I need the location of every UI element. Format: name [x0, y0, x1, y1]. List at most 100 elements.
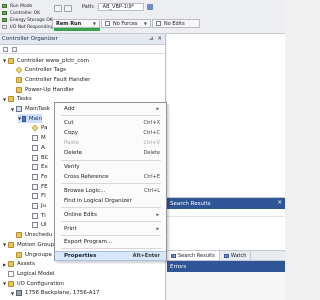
menu-item-shortcut: Ctrl+E [143, 174, 160, 181]
tag-icon [31, 124, 39, 132]
tree-node[interactable]: M [26, 134, 46, 143]
tree-node[interactable]: UI [26, 221, 47, 230]
menu-separator [61, 183, 161, 185]
menu-item-delete[interactable]: Delete Delete [55, 148, 166, 158]
watch-icon [223, 254, 229, 258]
tree-node-label: Power-Up Handler [25, 86, 75, 93]
errors-header: Errors [167, 261, 285, 272]
tree-node[interactable]: Controller Tags [10, 66, 66, 75]
menu-item-add[interactable]: Add ▸ [55, 104, 166, 114]
tree-node-label: I/O Configuration [17, 280, 64, 287]
close-icon[interactable]: ✕ [277, 200, 282, 206]
menu-item-print[interactable]: Print ▸ [55, 224, 166, 234]
menu-item-copy[interactable]: Copy Ctrl+C [55, 128, 166, 138]
menu-item-cross-reference[interactable]: Cross Reference Ctrl+E [55, 172, 166, 182]
folder-icon [8, 280, 14, 287]
tree-node[interactable]: Pa [26, 124, 47, 133]
menu-item-label: Online Edits [64, 211, 98, 218]
rem-run-dropdown[interactable]: Rem Run ▼ [52, 19, 100, 28]
expand-all-icon[interactable] [12, 46, 17, 52]
menu-item-online-edits[interactable]: Online Edits ▸ [55, 210, 166, 220]
tree-node-label: A [41, 144, 45, 151]
menu-item-properties[interactable]: Properties Alt+Enter [55, 250, 166, 261]
pin-icon[interactable]: ⊿ [149, 36, 154, 42]
chevron-down-icon: ▼ [92, 21, 96, 26]
status-led-icon [2, 18, 7, 22]
tree-node-label: 1756 Backplane, 1756-A17 [25, 290, 100, 297]
controller-status-panel: Run Mode Controller OK Energy Storage OK… [2, 3, 53, 31]
menu-item-verify[interactable]: Verify [55, 162, 166, 172]
tree-node[interactable]: Fo [26, 172, 47, 181]
tree-node[interactable]: ▼ Main [18, 114, 42, 124]
task-icon [16, 106, 22, 112]
tree-node[interactable]: FI [26, 192, 46, 201]
tree-node-label: Ti [41, 212, 46, 219]
tree-node[interactable]: Controller Fault Handler [10, 75, 90, 84]
menu-item-shortcut: Delete [143, 150, 160, 157]
folder-icon [8, 96, 14, 103]
chevron-down-icon: ▼ [143, 21, 147, 26]
tree-node[interactable]: FE [26, 182, 48, 191]
menu-item-export-program[interactable]: Export Program... [55, 237, 166, 247]
tree-node[interactable]: ▼ Tasks [2, 95, 32, 104]
menu-separator [61, 221, 161, 222]
tree-node[interactable]: ▼ MainTask [10, 105, 50, 114]
tree-node[interactable]: ▼ Controller www_plctr_com [2, 56, 89, 65]
browse-path-icon[interactable] [146, 4, 153, 10]
organizer-toolbar [0, 45, 165, 54]
tree-node[interactable]: ▶ Assets [2, 260, 35, 269]
tree-node[interactable]: ▼ 1756 Backplane, 1756-A17 [10, 289, 99, 298]
tree-node-label: Controller Tags [25, 67, 66, 74]
tree-node[interactable]: ▼ I/O Configuration [2, 279, 64, 288]
edits-icon [156, 21, 161, 26]
tree-node[interactable]: Unschedu [10, 231, 52, 240]
routine-icon [32, 183, 38, 190]
keyswitch-icon[interactable] [64, 4, 72, 12]
mode-toolbar [54, 4, 74, 12]
tree-node-label: FE [41, 183, 48, 190]
submenu-arrow-icon: ▸ [156, 106, 159, 112]
collapse-arrow-icon[interactable]: ▼ [10, 291, 15, 296]
folder-icon [8, 261, 14, 268]
status-energy-storage: Energy Storage OK [2, 17, 53, 23]
menu-item-browse-logic[interactable]: Browse Logic... Ctrl+L [55, 186, 166, 196]
rack-icon [16, 290, 22, 297]
collapse-arrow-icon[interactable]: ▼ [2, 242, 7, 247]
menu-item-cut[interactable]: Cut Ctrl+X [55, 118, 166, 128]
tree-node[interactable]: Ju [26, 202, 46, 211]
tree-node[interactable]: BC [26, 153, 49, 162]
close-icon[interactable]: ✕ [157, 36, 162, 42]
tree-node[interactable]: Ex [26, 163, 48, 172]
collapse-arrow-icon[interactable]: ▼ [2, 281, 7, 286]
collapse-arrow-icon[interactable]: ▼ [18, 116, 21, 121]
tree-node-label: Unschedu [25, 232, 53, 239]
menu-item-shortcut: Ctrl+L [144, 187, 160, 194]
folder-icon [16, 86, 22, 93]
tree-node[interactable]: Logical Model [2, 269, 55, 278]
tree-node[interactable]: Ungroupe [10, 250, 52, 259]
folder-icon [16, 251, 22, 258]
tree-node[interactable]: Power-Up Handler [10, 85, 74, 94]
collapse-arrow-icon[interactable]: ▼ [2, 58, 7, 63]
tree-node[interactable]: A [26, 143, 45, 152]
controller-mode-icon[interactable] [54, 4, 62, 12]
forces-icon [105, 21, 110, 26]
tree-node[interactable]: ▼ Motion Group [2, 240, 54, 249]
search-results-pane: Search Results ✕ [167, 197, 285, 250]
collapse-arrow-icon[interactable]: ▼ [2, 97, 7, 102]
routine-icon [32, 173, 38, 180]
collapse-arrow-icon[interactable]: ▼ [10, 107, 15, 112]
status-label: Controller OK [10, 10, 41, 16]
tree-node[interactable]: Ti [26, 211, 46, 220]
path-field[interactable]: AB_VBP-1\9* [97, 3, 144, 11]
collapse-all-icon[interactable] [3, 46, 8, 52]
expand-arrow-icon[interactable]: ▶ [2, 262, 7, 267]
forces-dropdown[interactable]: No Forces ▼ [101, 19, 151, 28]
doc-icon [8, 270, 14, 277]
menu-item-find-in-logical-organizer[interactable]: Find in Logical Organizer [55, 196, 166, 206]
tab-label: Watch [230, 253, 247, 259]
edits-indicator[interactable]: No Edits [152, 19, 200, 28]
program-icon [22, 115, 26, 122]
search-results-icon [171, 254, 176, 258]
status-controller-ok: Controller OK [2, 10, 53, 16]
